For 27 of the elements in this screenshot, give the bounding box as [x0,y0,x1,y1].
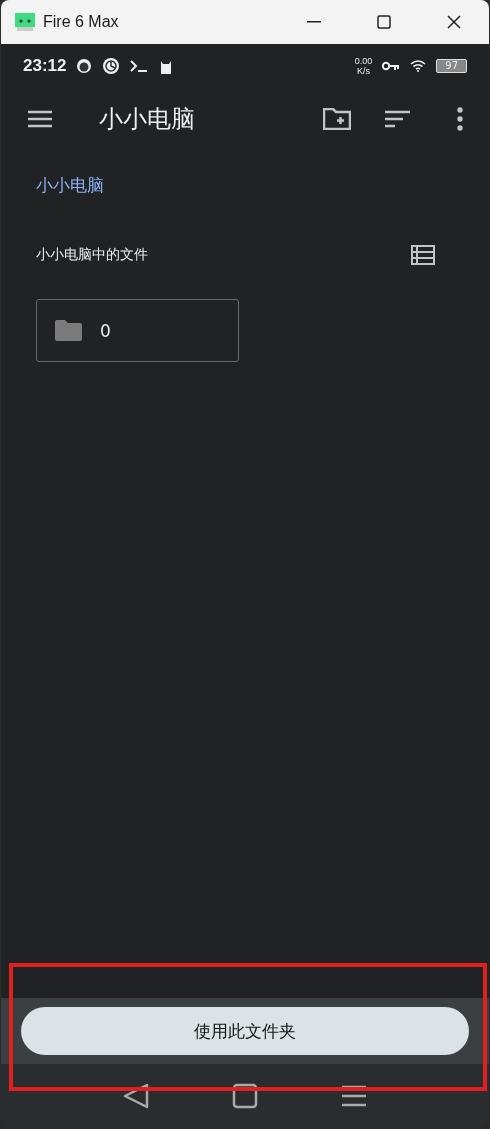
network-speed: 0.00 K/s [354,56,373,76]
minimize-icon[interactable] [307,21,321,23]
maximize-icon[interactable] [377,15,391,29]
sort-icon[interactable] [385,110,411,128]
more-options-icon[interactable] [457,107,463,131]
folder-name: 0 [100,320,111,341]
battery-level: 97 [436,59,467,73]
home-icon[interactable] [232,1082,258,1109]
recents-icon[interactable] [341,1084,368,1107]
close-icon[interactable] [447,15,461,29]
wifi-icon [410,60,427,72]
app-title: 小小电脑 [99,104,196,135]
status-time: 23:12 [23,56,67,76]
chart-icon [102,57,121,75]
terminal-icon [130,60,149,72]
section-title: 小小电脑中的文件 [36,246,148,264]
breadcrumb-link[interactable]: 小小电脑 [36,174,489,197]
folder-item[interactable]: 0 [36,299,239,362]
folder-icon [55,320,82,341]
list-view-icon[interactable] [411,245,435,265]
android-icon [15,13,35,31]
key-icon [382,61,401,71]
menu-icon[interactable] [27,110,53,128]
back-icon[interactable] [122,1082,149,1109]
window-title: Fire 6 Max [43,13,120,31]
use-folder-button[interactable]: 使用此文件夹 [21,1007,469,1055]
new-folder-icon[interactable] [323,108,351,130]
